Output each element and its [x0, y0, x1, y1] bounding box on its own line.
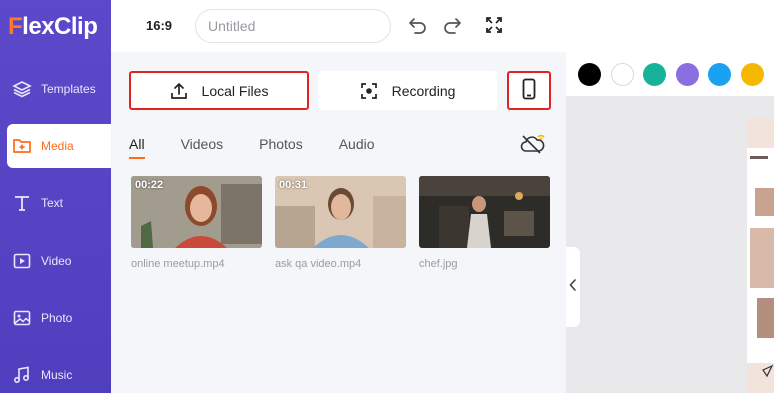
collapse-panel-button[interactable]: [566, 247, 580, 327]
media-panel: Local Files Recording All Videos Photos …: [111, 52, 566, 393]
sidebar: FlexClip Templates Media Text Video Phot…: [0, 0, 111, 393]
sidebar-item-label: Video: [41, 254, 72, 268]
tab-photos[interactable]: Photos: [259, 136, 303, 159]
sidebar-item-label: Text: [41, 196, 64, 210]
sidebar-item-label: Music: [41, 368, 73, 382]
template-preview[interactable]: [747, 118, 774, 393]
sidebar-item-templates[interactable]: Templates: [0, 67, 111, 111]
aspect-ratio-selector[interactable]: 16:9: [146, 18, 172, 33]
redo-icon[interactable]: [441, 14, 463, 36]
tab-audio[interactable]: Audio: [339, 136, 375, 159]
sidebar-item-music[interactable]: Music: [0, 353, 111, 393]
sidebar-item-label: Photo: [41, 311, 73, 325]
color-swatch-blue[interactable]: [708, 63, 731, 86]
recording-label: Recording: [391, 82, 456, 99]
media-folder-icon: [11, 135, 33, 157]
smartphone-icon: [522, 78, 536, 103]
text-icon: [11, 192, 33, 214]
record-icon: [360, 82, 378, 100]
top-bar: 16:9: [111, 0, 774, 52]
local-files-button[interactable]: Local Files: [129, 71, 309, 110]
cloud-off-icon[interactable]: [520, 132, 546, 156]
sidebar-item-photo[interactable]: Photo: [0, 296, 111, 340]
media-item-name: chef.jpg: [419, 258, 458, 270]
sidebar-item-label: Templates: [41, 82, 96, 96]
upload-icon: [170, 82, 188, 100]
tab-videos[interactable]: Videos: [181, 136, 224, 159]
sidebar-item-video[interactable]: Video: [0, 239, 111, 283]
video-icon: [11, 250, 33, 272]
layers-icon: [11, 78, 33, 100]
media-item-thumbnail[interactable]: 00:22: [131, 176, 262, 248]
color-swatch-teal[interactable]: [643, 63, 666, 86]
local-files-label: Local Files: [201, 82, 269, 99]
fullscreen-icon[interactable]: [483, 14, 505, 36]
media-item-name: online meetup.mp4: [131, 258, 225, 270]
project-title-input[interactable]: [195, 9, 391, 43]
color-swatch-black[interactable]: [578, 63, 601, 86]
flexclip-logo[interactable]: FlexClip: [8, 13, 98, 41]
color-swatch-purple[interactable]: [676, 63, 699, 86]
editor-window: FlexClip Templates Media Text Video Phot…: [0, 0, 774, 393]
phone-upload-button[interactable]: [507, 71, 551, 110]
media-filter-tabs: All Videos Photos Audio: [129, 136, 411, 159]
logo-letter: F: [8, 13, 23, 40]
duration-badge: 00:22: [135, 179, 164, 191]
media-item-thumbnail[interactable]: [419, 176, 550, 248]
logo-text: lexClip: [22, 13, 98, 40]
duration-badge: 00:31: [279, 179, 308, 191]
photo-icon: [11, 307, 33, 329]
undo-icon[interactable]: [407, 14, 429, 36]
sidebar-item-label: Media: [41, 139, 74, 153]
canvas-area: [566, 52, 774, 393]
recording-button[interactable]: Recording: [318, 71, 497, 110]
chevron-left-icon: [569, 278, 577, 296]
color-swatch-bar: [566, 52, 774, 96]
music-icon: [11, 364, 33, 386]
color-swatch-white[interactable]: [611, 63, 634, 86]
media-item-name: ask qa video.mp4: [275, 258, 362, 270]
media-item-thumbnail[interactable]: 00:31: [275, 176, 406, 248]
color-swatch-yellow[interactable]: [741, 63, 764, 86]
tab-all[interactable]: All: [129, 136, 145, 159]
sidebar-item-media[interactable]: Media: [7, 124, 111, 168]
sidebar-item-text[interactable]: Text: [0, 181, 111, 225]
